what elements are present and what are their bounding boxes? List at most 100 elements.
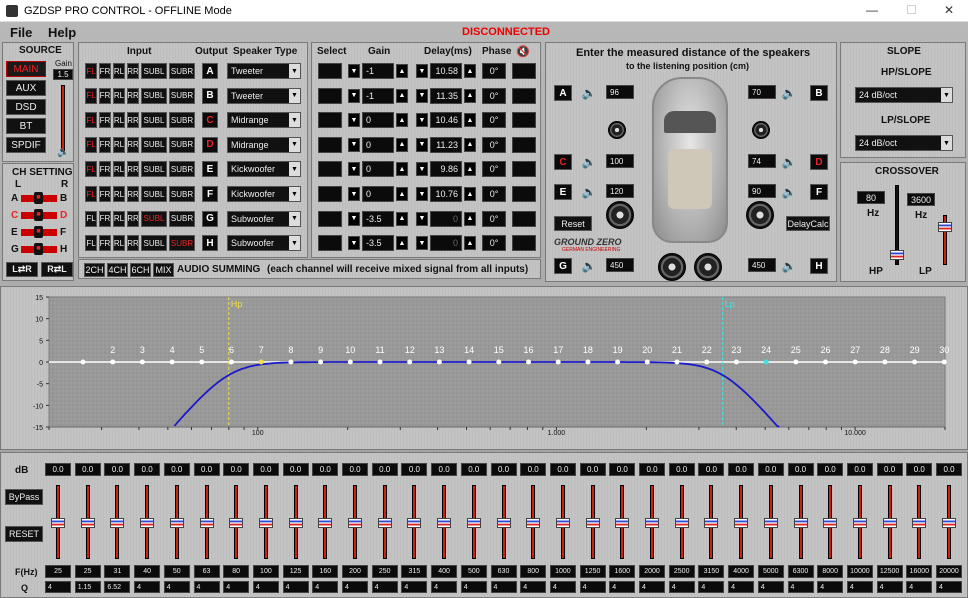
band-point-27[interactable] bbox=[852, 359, 858, 365]
menu-file[interactable]: File bbox=[10, 25, 32, 40]
eq-band-slider-20[interactable] bbox=[615, 485, 630, 559]
input-subl-h[interactable]: SUBL bbox=[141, 235, 167, 252]
summing-2ch-button[interactable]: 2CH bbox=[84, 263, 105, 277]
input-fl-g[interactable]: FL bbox=[85, 210, 97, 227]
eq-q-value-4[interactable]: 4 bbox=[134, 581, 161, 593]
band-point-8[interactable] bbox=[288, 359, 294, 365]
delay-value-e[interactable]: 9.86 bbox=[430, 161, 462, 178]
delay-up-a[interactable]: ▲ bbox=[464, 64, 476, 78]
input-fl-f[interactable]: FL bbox=[85, 186, 97, 202]
delay-up-c[interactable]: ▲ bbox=[464, 113, 476, 128]
band-point-22[interactable] bbox=[704, 359, 710, 365]
band-point-9[interactable] bbox=[318, 359, 324, 365]
select-toggle-c[interactable] bbox=[318, 112, 342, 129]
delay-down-g[interactable]: ▼ bbox=[416, 211, 428, 226]
band-point-26[interactable] bbox=[823, 359, 828, 365]
band-point-17[interactable] bbox=[555, 359, 561, 365]
delay-down-e[interactable]: ▼ bbox=[416, 162, 428, 177]
speaker-type-select-f[interactable]: Kickwoofer ▼ bbox=[227, 186, 301, 202]
eq-q-value-31[interactable]: 4 bbox=[936, 581, 962, 593]
speaker-type-select-d[interactable]: Midrange ▼ bbox=[227, 136, 301, 153]
eq-q-value-14[interactable]: 4 bbox=[431, 581, 458, 593]
eq-freq-value-19[interactable]: 1250 bbox=[579, 565, 606, 578]
eq-band-slider-14[interactable] bbox=[437, 485, 452, 559]
input-subl-g[interactable]: SUBL bbox=[141, 210, 167, 227]
eq-q-value-20[interactable]: 4 bbox=[609, 581, 636, 593]
menu-help[interactable]: Help bbox=[48, 25, 76, 40]
eq-freq-value-18[interactable]: 1000 bbox=[549, 565, 576, 578]
delay-value-b[interactable]: 11.35 bbox=[430, 87, 462, 104]
summing-4ch-button[interactable]: 4CH bbox=[107, 263, 128, 277]
eq-band-slider-6[interactable] bbox=[199, 485, 214, 559]
phase-button-f[interactable]: 0° bbox=[482, 186, 506, 202]
eq-q-value-9[interactable]: 4 bbox=[282, 581, 309, 593]
eq-band-slider-5[interactable] bbox=[169, 485, 184, 559]
delay-value-a[interactable]: 10.58 bbox=[430, 63, 462, 79]
input-subr-h[interactable]: SUBR bbox=[169, 235, 195, 252]
eq-slider-thumb[interactable] bbox=[318, 518, 333, 528]
band-point-14[interactable] bbox=[466, 359, 472, 365]
band-point-3[interactable] bbox=[139, 359, 145, 365]
eq-freq-value-27[interactable]: 8000 bbox=[817, 565, 844, 578]
delay-down-c[interactable]: ▼ bbox=[416, 113, 428, 128]
input-fl-h[interactable]: FL bbox=[85, 235, 97, 252]
minimize-button[interactable]: — bbox=[866, 3, 878, 17]
eq-q-value-5[interactable]: 4 bbox=[163, 581, 190, 593]
eq-q-value-19[interactable]: 4 bbox=[579, 581, 606, 593]
eq-freq-value-15[interactable]: 500 bbox=[460, 565, 487, 578]
eq-q-value-11[interactable]: 4 bbox=[342, 581, 368, 593]
input-subr-d[interactable]: SUBR bbox=[169, 136, 195, 153]
band-point-7[interactable] bbox=[258, 359, 264, 365]
band-point-30[interactable] bbox=[941, 359, 947, 365]
distance-input-c[interactable]: 100 bbox=[606, 154, 634, 168]
input-subr-a[interactable]: SUBR bbox=[169, 63, 195, 79]
select-toggle-b[interactable] bbox=[318, 87, 342, 104]
input-rl-h[interactable]: RL bbox=[113, 235, 125, 252]
l-to-r-button[interactable]: L⇄R bbox=[6, 262, 38, 277]
eq-q-value-28[interactable]: 4 bbox=[846, 581, 873, 593]
input-subl-d[interactable]: SUBL bbox=[141, 136, 167, 153]
delay-up-g[interactable]: ▲ bbox=[464, 211, 476, 226]
eq-slider-thumb[interactable] bbox=[169, 518, 184, 528]
eq-band-slider-15[interactable] bbox=[466, 485, 481, 559]
input-rl-c[interactable]: RL bbox=[113, 112, 125, 129]
speaker-type-select-b[interactable]: Tweeter ▼ bbox=[227, 87, 301, 104]
input-fl-c[interactable]: FL bbox=[85, 112, 97, 129]
input-rl-a[interactable]: RL bbox=[113, 63, 125, 79]
eq-freq-value-6[interactable]: 63 bbox=[193, 565, 220, 578]
eq-band-slider-31[interactable] bbox=[942, 485, 956, 559]
eq-q-value-10[interactable]: 4 bbox=[312, 581, 339, 593]
input-rl-g[interactable]: RL bbox=[113, 210, 125, 227]
source-button-dsd[interactable]: DSD bbox=[6, 99, 46, 115]
eq-band-slider-26[interactable] bbox=[793, 485, 808, 559]
phase-button-b[interactable]: 0° bbox=[482, 87, 506, 104]
input-fr-b[interactable]: FR bbox=[99, 87, 111, 104]
band-point-19[interactable] bbox=[615, 359, 621, 365]
input-fr-e[interactable]: FR bbox=[99, 161, 111, 178]
input-fl-e[interactable]: FL bbox=[85, 161, 97, 178]
input-fr-f[interactable]: FR bbox=[99, 186, 111, 202]
phase-button-e[interactable]: 0° bbox=[482, 161, 506, 178]
source-button-spdif[interactable]: SPDIF bbox=[6, 137, 46, 153]
distance-input-b[interactable]: 70 bbox=[748, 85, 776, 99]
band-point-13[interactable] bbox=[436, 359, 442, 365]
band-point-23[interactable] bbox=[733, 359, 739, 365]
band-point-12[interactable] bbox=[407, 359, 413, 365]
gain-down-d[interactable]: ▼ bbox=[348, 137, 360, 152]
eq-band-slider-19[interactable] bbox=[585, 485, 600, 559]
eq-band-slider-1[interactable] bbox=[51, 485, 65, 559]
distance-reset-button[interactable]: Reset bbox=[554, 216, 592, 231]
distance-input-f[interactable]: 90 bbox=[748, 184, 776, 198]
distance-input-e[interactable]: 120 bbox=[606, 184, 634, 198]
eq-band-slider-12[interactable] bbox=[377, 485, 392, 559]
eq-slider-thumb[interactable] bbox=[734, 518, 749, 528]
select-toggle-g[interactable] bbox=[318, 210, 342, 227]
eq-freq-value-23[interactable]: 3150 bbox=[698, 565, 725, 578]
input-fl-b[interactable]: FL bbox=[85, 87, 97, 104]
eq-freq-value-14[interactable]: 400 bbox=[431, 565, 458, 578]
gain-value-a[interactable]: -1 bbox=[362, 63, 394, 79]
eq-q-value-27[interactable]: 4 bbox=[817, 581, 844, 593]
eq-q-value-13[interactable]: 4 bbox=[401, 581, 428, 593]
hp-slider-thumb[interactable] bbox=[890, 249, 904, 260]
phase-button-c[interactable]: 0° bbox=[482, 112, 506, 129]
